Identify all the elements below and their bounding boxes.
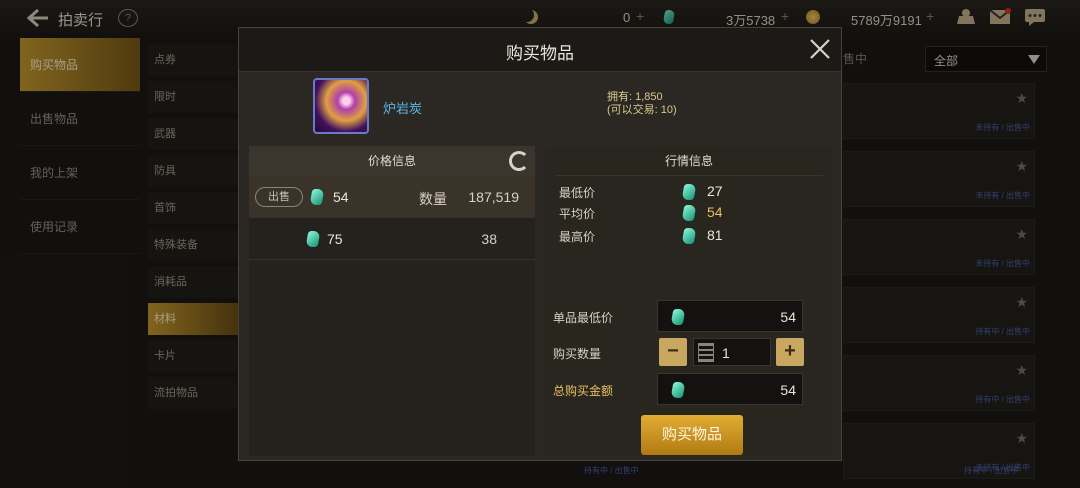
unit-price-label: 单品最低价 [553,311,614,325]
quantity-label: 数量 [419,191,447,207]
owned-count: 拥有: 1,850 [607,91,663,103]
gem-icon [681,184,697,200]
listing-quantity: 38 [481,231,497,247]
gem-icon [670,309,686,325]
listing-price: 54 [333,189,349,205]
price-info-panel: 价格信息 出售 54 数量 187,519 75 38 [249,146,535,456]
max-price-label: 最高价 [559,230,596,244]
calculator-icon[interactable] [698,343,714,362]
market-info-panel: 行情信息 最低价 27 平均价 54 最高价 81 单品最低价 54 购买数量 … [545,146,833,456]
item-thumbnail [313,78,369,134]
gem-icon [309,189,325,205]
min-price-value: 27 [707,183,723,199]
total-label: 总购买金额 [553,384,614,398]
gem-icon [681,228,697,244]
price-info-header: 价格信息 [249,146,535,176]
sell-tag: 出售 [255,187,303,207]
buy-item-dialog: 购买物品 炉岩炭 拥有: 1,850 (可以交易: 10) 价格信息 出售 54… [238,27,842,461]
dialog-header: 购买物品 [239,28,841,72]
buy-button[interactable]: 购买物品 [641,415,743,455]
close-icon[interactable] [809,38,831,60]
min-price-label: 最低价 [559,186,596,200]
gem-icon [681,205,697,221]
max-price-value: 81 [707,227,723,243]
avg-price-value: 54 [707,204,723,220]
avg-price-label: 平均价 [559,207,596,221]
gem-icon [670,382,686,398]
decrease-quantity-button[interactable]: − [659,338,687,366]
gem-icon [305,231,321,247]
listing-price: 75 [327,231,343,247]
price-row[interactable]: 75 38 [249,218,535,260]
price-row-selected[interactable]: 出售 54 数量 187,519 [249,176,535,218]
quantity-value: 1 [722,345,730,361]
price-info-title: 价格信息 [367,154,416,168]
unit-price-value: 54 [780,309,796,325]
market-info-title: 行情信息 [555,146,823,176]
tradable-count: (可以交易: 10) [607,104,677,116]
owned-info: 拥有: 1,850 (可以交易: 10) [607,91,677,117]
dialog-title: 购买物品 [506,44,574,63]
item-name: 炉岩炭 [383,101,423,116]
increase-quantity-button[interactable]: + [776,338,804,366]
total-field: 54 [657,373,803,405]
refresh-icon[interactable] [509,151,529,171]
quantity-input[interactable]: 1 [693,338,771,366]
listing-quantity: 187,519 [468,189,519,205]
total-value: 54 [780,382,796,398]
quantity-label: 购买数量 [553,347,602,361]
unit-price-field: 54 [657,300,803,332]
